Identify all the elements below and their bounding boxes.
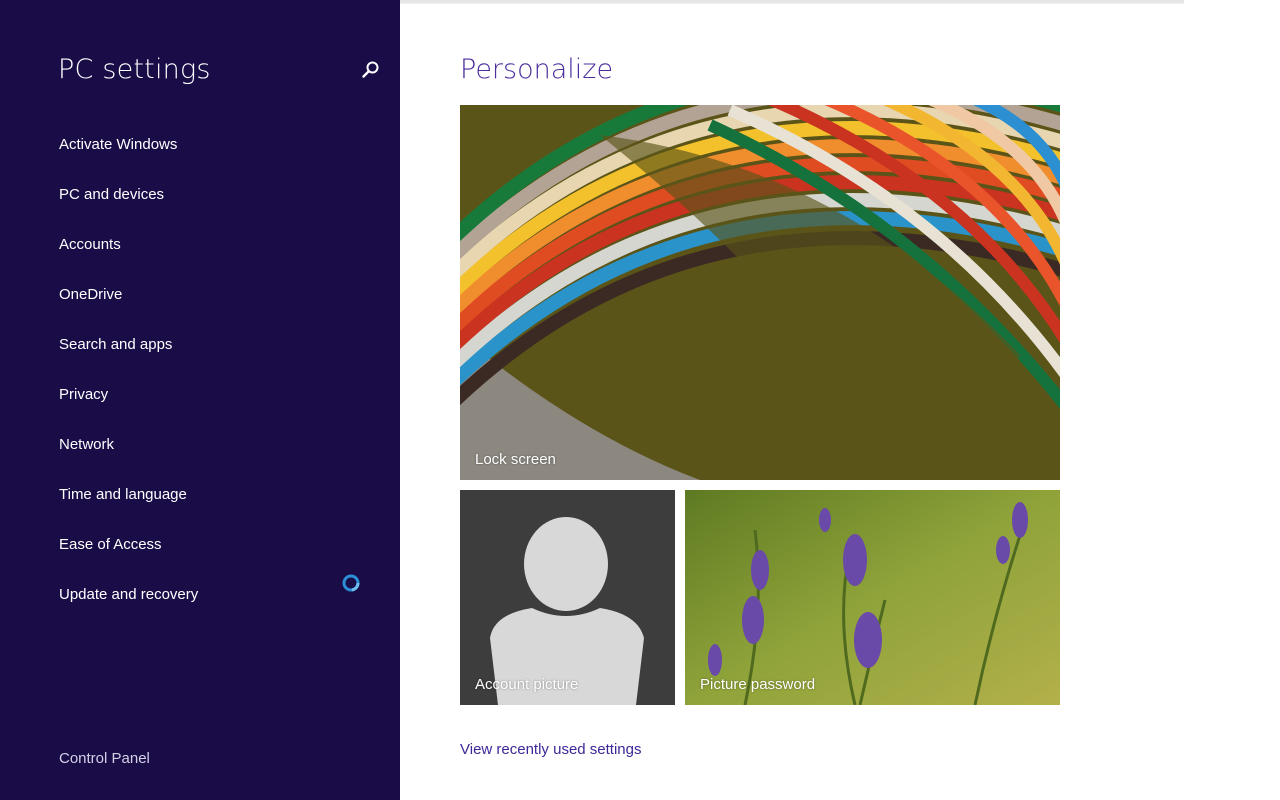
sidebar: PC settings Activate Windows PC and devi… — [0, 0, 400, 800]
picture-password-label: Picture password — [700, 676, 816, 693]
nav-item-activate-windows[interactable]: Activate Windows — [59, 133, 198, 183]
account-picture-tile[interactable]: Account picture — [460, 490, 675, 705]
user-avatar-icon — [460, 490, 675, 705]
loading-spinner-icon — [341, 573, 361, 593]
account-picture-label: Account picture — [475, 676, 579, 693]
nav-item-network[interactable]: Network — [59, 433, 198, 483]
page-title: Personalize — [460, 54, 614, 85]
nav-item-pc-and-devices[interactable]: PC and devices — [59, 183, 198, 233]
nav-item-update-and-recovery[interactable]: Update and recovery — [59, 583, 198, 633]
view-recent-settings-link[interactable]: View recently used settings — [460, 741, 642, 758]
lock-screen-label: Lock screen — [475, 451, 556, 468]
picture-password-tile[interactable]: Picture password — [685, 490, 1060, 705]
search-button[interactable] — [356, 56, 384, 84]
nav-item-privacy[interactable]: Privacy — [59, 383, 198, 433]
nav-item-ease-of-access[interactable]: Ease of Access — [59, 533, 198, 583]
nav-item-search-and-apps[interactable]: Search and apps — [59, 333, 198, 383]
search-icon — [362, 61, 379, 78]
nav-item-time-and-language[interactable]: Time and language — [59, 483, 198, 533]
control-panel-link[interactable]: Control Panel — [59, 750, 150, 767]
picture-password-image — [685, 490, 1060, 705]
nav-item-accounts[interactable]: Accounts — [59, 233, 198, 283]
nav-item-onedrive[interactable]: OneDrive — [59, 283, 198, 333]
settings-nav: Activate Windows PC and devices Accounts… — [59, 133, 198, 633]
sidebar-title: PC settings — [58, 54, 211, 85]
lock-screen-image — [460, 105, 1060, 480]
lock-screen-tile[interactable]: Lock screen — [460, 105, 1060, 480]
